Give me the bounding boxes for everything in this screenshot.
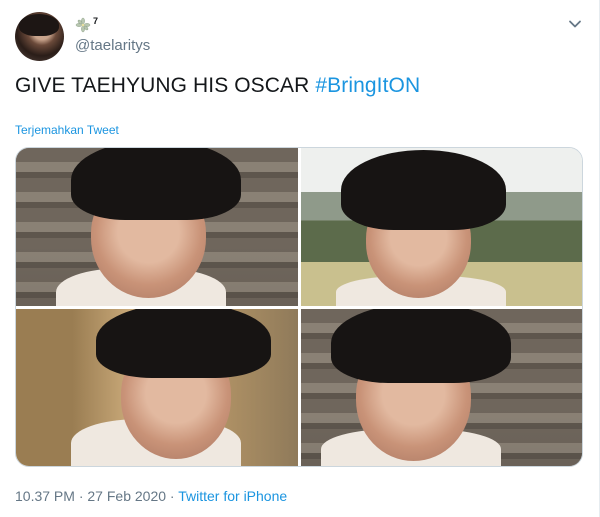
- tweet-body: GIVE TAEHYUNG HIS OSCAR: [15, 74, 316, 97]
- display-name[interactable]: 7: [75, 16, 98, 34]
- tweet-meta: 10.37 PM · 27 Feb 2020 · Twitter for iPh…: [15, 488, 287, 504]
- meta-separator-2: ·: [166, 488, 179, 504]
- tweet-date[interactable]: 27 Feb 2020: [87, 488, 166, 504]
- tweet-text: GIVE TAEHYUNG HIS OSCAR #BringItON: [15, 74, 420, 98]
- photo-2-hair: [341, 150, 506, 230]
- photo-1[interactable]: [16, 148, 298, 306]
- avatar[interactable]: [15, 12, 64, 61]
- photo-4[interactable]: [301, 309, 582, 466]
- meta-separator-1: ·: [74, 488, 88, 504]
- photo-3-hair: [96, 309, 271, 378]
- tweet-source-link[interactable]: Twitter for iPhone: [178, 488, 287, 504]
- photo-2[interactable]: [301, 148, 582, 306]
- tweet-card: 7 @taelaritys GIVE TAEHYUNG HIS OSCAR #B…: [0, 0, 600, 517]
- media-grid: [15, 147, 583, 467]
- display-name-suffix: 7: [93, 16, 99, 26]
- translate-tweet-link[interactable]: Terjemahkan Tweet: [15, 123, 119, 137]
- tweet-time[interactable]: 10.37 PM: [15, 488, 75, 504]
- photo-1-hair: [71, 148, 241, 220]
- chevron-down-icon[interactable]: [568, 17, 582, 31]
- photo-4-hair: [331, 309, 511, 383]
- avatar-hair: [19, 14, 59, 36]
- hashtag-link[interactable]: #BringItON: [315, 74, 420, 97]
- flower-icon: [75, 17, 91, 33]
- user-handle[interactable]: @taelaritys: [75, 37, 150, 54]
- photo-3[interactable]: [16, 309, 298, 466]
